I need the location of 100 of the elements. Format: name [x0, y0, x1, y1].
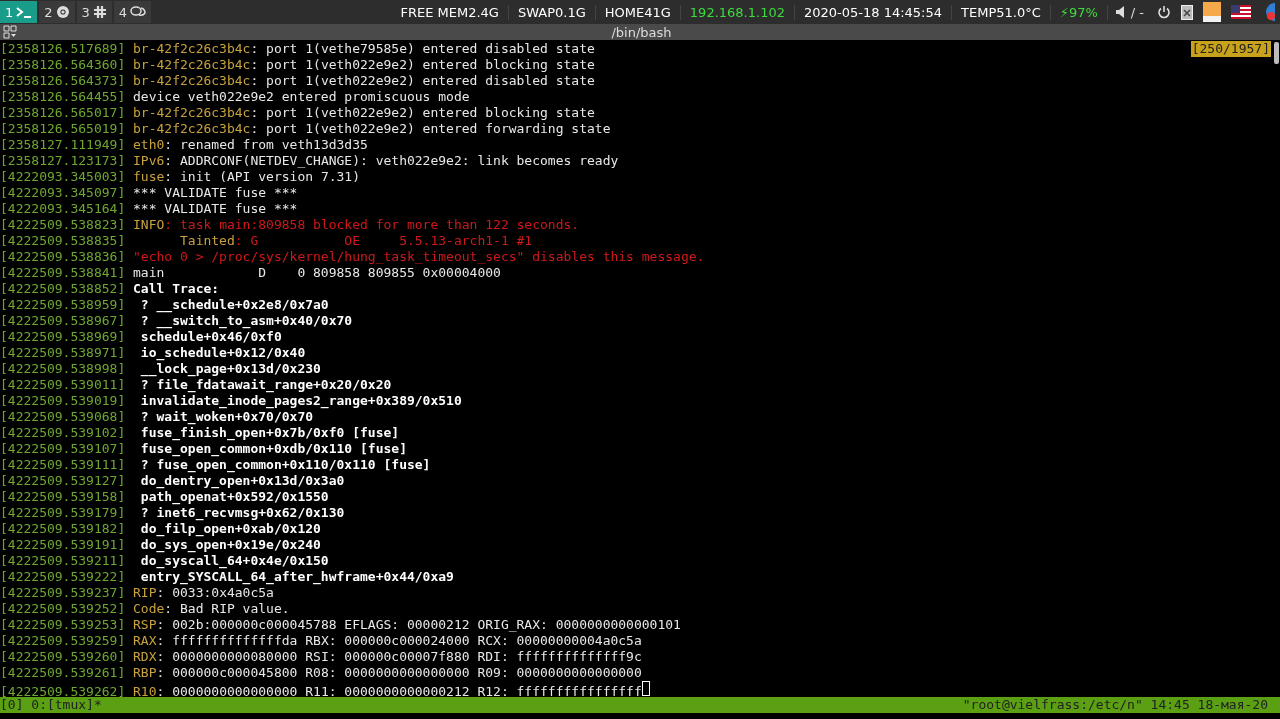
log-timestamp: [4222509.538969] [0, 329, 126, 344]
log-message: : renamed from veth13d3d35 [164, 137, 368, 152]
log-timestamp: [4222093.345003] [0, 169, 126, 184]
log-message: fuse_open_common+0xdb/0x110 [fuse] [139, 441, 407, 456]
log-message: path_openat+0x592/0x1550 [139, 489, 329, 504]
log-message: : G OE 5.5.13-arch1-1 #1 [234, 233, 533, 248]
log-timestamp: [4222509.539019] [0, 393, 126, 408]
log-source: RIP [133, 585, 157, 600]
log-message: do_sys_open+0x19e/0x240 [139, 537, 321, 552]
log-message: entry_SYSCALL_64_after_hwframe+0x44/0xa9 [139, 569, 454, 584]
log-timestamp: [4222509.539261] [0, 665, 126, 680]
log-message: ? __switch_to_asm+0x40/0x70 [139, 313, 353, 328]
status-item: 192.168.1.102 [680, 4, 795, 20]
status-item: TEMP51.0°C [952, 4, 1051, 20]
log-source: Tainted [179, 233, 235, 248]
log-timestamp: [2358126.565019] [0, 121, 126, 136]
log-timestamp: [4222509.538971] [0, 345, 126, 360]
log-timestamp: [2358126.564360] [0, 57, 126, 72]
log-timestamp: [4222509.539107] [0, 441, 126, 456]
log-message: "echo 0 > /proc/sys/kernel/hung_task_timeout_secs" disables this message. [133, 249, 705, 264]
log-message: : ffffffffffffffda RBX: 000000c000024000 RCX: 00000000004a0c5a [156, 633, 642, 648]
log-message: main D 0 809858 809855 0x00004000 [133, 265, 501, 280]
log-message: ? fuse_open_common+0x110/0x110 [fuse] [139, 457, 431, 472]
log-timestamp: [4222509.539262] [0, 684, 126, 699]
tmux-window-list[interactable]: [0] 0:[tmux]* [0, 697, 102, 713]
log-source: br-42f2c26c3b4c [133, 121, 251, 136]
log-message: : 0000000000080000 RSI: 000000c00007f880 RDI: ffffffffffffff9c [156, 649, 642, 664]
log-timestamp: [2358126.517689] [0, 41, 126, 56]
terminal-icon [16, 6, 33, 18]
log-timestamp: [4222509.539011] [0, 377, 126, 392]
log-message: *** VALIDATE fuse *** [133, 201, 298, 216]
scroll-position: [250/1957] [1190, 41, 1271, 57]
volume-text: / - [1130, 4, 1144, 20]
log-message: fuse_finish_open+0x7b/0xf0 [fuse] [139, 425, 400, 440]
log-timestamp: [4222509.538836] [0, 249, 126, 264]
workspace-button[interactable]: 4 [113, 1, 152, 23]
status-item: FREE MEM2.4G [391, 4, 509, 20]
log-timestamp: [4222509.539158] [0, 489, 126, 504]
log-message: Call Trace: [133, 281, 220, 296]
hash-icon [92, 5, 107, 19]
log-timestamp: [4222509.539211] [0, 553, 126, 568]
speaker-icon[interactable] [1115, 6, 1126, 18]
log-timestamp: [4222509.538998] [0, 361, 126, 376]
log-message: do_syscall_64+0x4e/0x150 [139, 553, 329, 568]
status-item: HOME41G [595, 4, 681, 20]
tmux-status-right: "root@vielfrass:/etc/n" 14:45 18-мая-20 [962, 697, 1268, 713]
log-timestamp: [4222509.538841] [0, 265, 126, 280]
status-item: SWAP0.1G [508, 4, 596, 20]
log-message: : init (API version 7.31) [164, 169, 360, 184]
log-message: do_filp_open+0xab/0x120 [139, 521, 321, 536]
log-message: ? inet6_recvmsg+0x62/0x130 [139, 505, 345, 520]
log-message: : port 1(veth022e9e2) entered blocking state [250, 57, 595, 72]
log-message: io_schedule+0x12/0x40 [139, 345, 306, 360]
log-source: RDX [133, 649, 157, 664]
log-message: : 0033:0x4a0c5a [156, 585, 274, 600]
log-message: : 0000000000000000 R11: 0000000000000212 R12: ffffffffffffffff [156, 684, 642, 699]
log-timestamp: [2358126.564455] [0, 89, 126, 104]
status-item: ⚡97% [1050, 4, 1108, 20]
log-timestamp: [4222509.538959] [0, 297, 126, 312]
log-timestamp: [4222509.539182] [0, 521, 126, 536]
log-source: eth0 [133, 137, 165, 152]
window-title: /bin/bash [611, 24, 672, 40]
log-timestamp: [4222509.539252] [0, 601, 126, 616]
layout-icon[interactable] [3, 25, 17, 39]
log-source: Code [133, 601, 165, 616]
workspace-button[interactable]: 3 [76, 1, 112, 23]
log-message: *** VALIDATE fuse *** [133, 185, 298, 200]
log-timestamp: [2358126.564373] [0, 73, 126, 88]
log-timestamp: [4222509.539111] [0, 457, 126, 472]
log-message: ? file_fdatawait_range+0x20/0x20 [139, 377, 392, 392]
log-timestamp: [4222509.539222] [0, 569, 126, 584]
log-message: : port 1(vethe79585e) entered disabled state [250, 41, 595, 56]
log-source: br-42f2c26c3b4c [133, 57, 251, 72]
log-message: ? wait_woken+0x70/0x70 [139, 409, 314, 424]
log-message: : port 1(veth022e9e2) entered blocking state [250, 105, 595, 120]
power-icon[interactable] [1157, 5, 1171, 19]
log-message: : port 1(veth022e9e2) entered forwarding state [250, 121, 611, 136]
log-timestamp: [4222509.538852] [0, 281, 126, 296]
log-timestamp: [2358127.111949] [0, 137, 126, 152]
log-timestamp: [4222509.538967] [0, 313, 126, 328]
log-message: : task main:809858 blocked for more than 122 seconds. [164, 217, 580, 232]
log-timestamp: [4222509.539191] [0, 537, 126, 552]
flag-icon[interactable] [1231, 5, 1251, 19]
workspace-button[interactable]: 2 [39, 1, 75, 23]
log-timestamp: [4222509.539253] [0, 617, 126, 632]
scrollbar-thumb[interactable] [1274, 42, 1279, 64]
log-source: RSP [133, 617, 157, 632]
log-message: : 000000c000045800 R08: 0000000000000000 R09: 0000000000000000 [156, 665, 642, 680]
log-source: br-42f2c26c3b4c [133, 73, 251, 88]
log-timestamp: [4222093.345097] [0, 185, 126, 200]
tray-app-icon[interactable] [1181, 4, 1193, 20]
log-timestamp: [4222509.539237] [0, 585, 126, 600]
log-source: br-42f2c26c3b4c [133, 41, 251, 56]
log-timestamp: [4222509.539260] [0, 649, 126, 664]
log-timestamp: [4222509.539068] [0, 409, 126, 424]
log-timestamp: [4222509.539179] [0, 505, 126, 520]
log-source: RAX [133, 633, 157, 648]
log-timestamp: [4222509.538835] [0, 233, 126, 248]
log-message: : ADDRCONF(NETDEV_CHANGE): veth022e9e2: link becomes ready [164, 153, 619, 168]
log-timestamp: [2358127.123173] [0, 153, 126, 168]
